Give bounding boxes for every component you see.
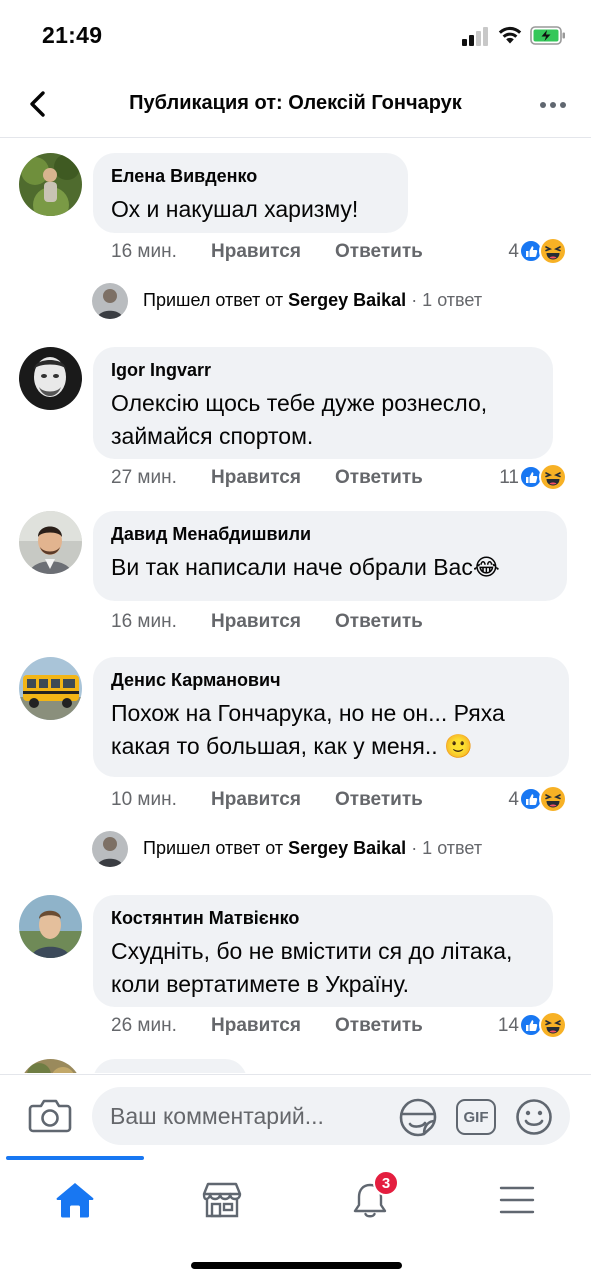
comment-time[interactable]: 26 мин. bbox=[111, 1015, 177, 1037]
emoji-icon[interactable] bbox=[514, 1097, 554, 1137]
comment-time[interactable]: 16 мин. bbox=[111, 611, 177, 633]
comment-text: Ви так написали наче обрали Вас😂 bbox=[111, 554, 500, 580]
comment-input[interactable] bbox=[110, 1103, 380, 1130]
reactions-summary[interactable] bbox=[519, 1011, 569, 1039]
comment-actions: 16 мин. Нравится Ответить bbox=[111, 611, 571, 637]
comment-composer: GIF bbox=[0, 1074, 591, 1156]
comment-bubble[interactable] bbox=[93, 1059, 247, 1073]
reply-button[interactable]: Ответить bbox=[335, 1015, 423, 1037]
reply-count: · 1 ответ bbox=[406, 290, 483, 310]
reply-avatar bbox=[92, 831, 128, 867]
reply-button[interactable]: Ответить bbox=[335, 611, 423, 633]
reply-notice[interactable]: Пришел ответ от Sergey Baikal · 1 ответ bbox=[92, 831, 572, 867]
reply-prefix: Пришел ответ от bbox=[143, 290, 289, 310]
avatar[interactable] bbox=[19, 895, 82, 958]
reply-button[interactable]: Ответить bbox=[335, 789, 423, 811]
like-button[interactable]: Нравится bbox=[211, 467, 301, 489]
status-time: 21:49 bbox=[42, 22, 103, 48]
reaction-count[interactable]: 14 bbox=[498, 1015, 519, 1037]
home-indicator bbox=[191, 1262, 402, 1269]
comment-bubble[interactable]: Давид Менабдишвили Ви так написали наче … bbox=[93, 511, 567, 601]
comment-actions: 26 мин. Нравится Ответить 14 bbox=[111, 1011, 571, 1041]
notifications-badge: 3 bbox=[373, 1170, 399, 1196]
reply-notice-text[interactable]: Пришел ответ от Sergey Baikal · 1 ответ bbox=[143, 290, 482, 311]
page-title: Публикация от: Олексій Гончарук bbox=[129, 92, 462, 114]
like-button[interactable]: Нравится bbox=[211, 241, 301, 263]
comment-text: Олексію щось тебе дуже рознесло, займайс… bbox=[111, 390, 488, 449]
tab-notifications[interactable]: 3 bbox=[335, 1170, 405, 1230]
haha-icon bbox=[539, 785, 567, 813]
avatar[interactable] bbox=[19, 511, 82, 574]
more-dot bbox=[560, 102, 566, 108]
like-button[interactable]: Нравится bbox=[211, 1015, 301, 1037]
comment-actions: 10 мин. Нравится Ответить 4 bbox=[111, 785, 571, 815]
reply-avatar bbox=[92, 283, 128, 319]
haha-icon bbox=[539, 463, 567, 491]
reply-prefix: Пришел ответ от bbox=[143, 838, 289, 858]
comment-time[interactable]: 16 мин. bbox=[111, 241, 177, 263]
reactions-summary[interactable] bbox=[519, 463, 569, 491]
reaction-count[interactable]: 11 bbox=[499, 467, 519, 489]
post-header: Публикация от: Олексій Гончарук bbox=[0, 72, 591, 138]
comments-list[interactable]: Елена Вивденко Ох и накушал харизму! 16 … bbox=[0, 139, 591, 1073]
battery-charging-icon bbox=[530, 26, 565, 45]
comment-time[interactable]: 27 мин. bbox=[111, 467, 177, 489]
avatar[interactable] bbox=[19, 657, 82, 720]
comment-author[interactable]: Денис Карманович bbox=[111, 669, 551, 691]
home-icon bbox=[56, 1183, 94, 1218]
reaction-count[interactable]: 4 bbox=[508, 789, 519, 811]
comment-bubble[interactable]: Костянтин Матвієнко Схудніть, бо не вміс… bbox=[93, 895, 553, 1007]
tab-menu[interactable] bbox=[482, 1170, 552, 1230]
reply-button[interactable]: Ответить bbox=[335, 241, 423, 263]
active-tab-indicator bbox=[6, 1156, 144, 1160]
reply-notice-text[interactable]: Пришел ответ от Sergey Baikal · 1 ответ bbox=[143, 838, 482, 859]
comment-text: Похож на Гончарука, но не он... Ряха как… bbox=[111, 700, 505, 759]
reactions-summary[interactable] bbox=[519, 237, 569, 265]
comment-time[interactable]: 10 мин. bbox=[111, 789, 177, 811]
more-dot bbox=[550, 102, 556, 108]
comment-author[interactable]: Давид Менабдишвили bbox=[111, 523, 549, 545]
comment-author[interactable]: Елена Вивденко bbox=[111, 165, 390, 187]
reply-button[interactable]: Ответить bbox=[335, 467, 423, 489]
more-options-button[interactable] bbox=[536, 90, 570, 120]
comment-author[interactable]: Igor Ingvarr bbox=[111, 359, 535, 381]
comment-actions: 16 мин. Нравится Ответить 4 bbox=[111, 237, 571, 267]
like-button[interactable]: Нравится bbox=[211, 789, 301, 811]
reply-notice[interactable]: Пришел ответ от Sergey Baikal · 1 ответ bbox=[92, 283, 572, 319]
chevron-left-icon bbox=[30, 91, 45, 117]
camera-icon[interactable] bbox=[28, 1095, 72, 1135]
comment-actions: 27 мин. Нравится Ответить 11 bbox=[111, 463, 571, 493]
comment-text: Схудніть, бо не вмістити ся до літака, к… bbox=[111, 938, 513, 997]
comment-bubble[interactable]: Igor Ingvarr Олексію щось тебе дуже розн… bbox=[93, 347, 553, 459]
sticker-icon[interactable] bbox=[398, 1097, 438, 1137]
like-button[interactable]: Нравится bbox=[211, 611, 301, 633]
avatar[interactable] bbox=[19, 153, 82, 216]
reply-count: · 1 ответ bbox=[406, 838, 483, 858]
wifi-icon bbox=[498, 26, 522, 44]
cellular-signal-icon bbox=[462, 26, 492, 46]
comment-bubble[interactable]: Елена Вивденко Ох и накушал харизму! bbox=[93, 153, 408, 233]
hamburger-menu-icon bbox=[499, 1186, 535, 1214]
tab-home[interactable] bbox=[40, 1170, 110, 1230]
haha-icon bbox=[539, 1011, 567, 1039]
reaction-count[interactable]: 4 bbox=[508, 241, 519, 263]
reactions-summary[interactable] bbox=[519, 785, 569, 813]
comment-input-container[interactable]: GIF bbox=[92, 1087, 570, 1145]
avatar[interactable] bbox=[19, 347, 82, 410]
more-dots-icon bbox=[540, 102, 546, 108]
haha-icon bbox=[539, 237, 567, 265]
status-bar: 21:49 bbox=[0, 0, 591, 72]
comment-text: Ох и накушал харизму! bbox=[111, 196, 359, 222]
gif-button[interactable]: GIF bbox=[456, 1099, 496, 1135]
back-button[interactable] bbox=[20, 86, 56, 122]
comment-bubble[interactable]: Денис Карманович Похож на Гончарука, но … bbox=[93, 657, 569, 777]
tab-marketplace[interactable] bbox=[187, 1170, 257, 1230]
reply-author: Sergey Baikal bbox=[288, 290, 407, 310]
comment-author[interactable]: Костянтин Матвієнко bbox=[111, 907, 535, 929]
marketplace-icon bbox=[202, 1182, 242, 1218]
avatar[interactable] bbox=[19, 1059, 82, 1073]
reply-author: Sergey Baikal bbox=[288, 838, 407, 858]
